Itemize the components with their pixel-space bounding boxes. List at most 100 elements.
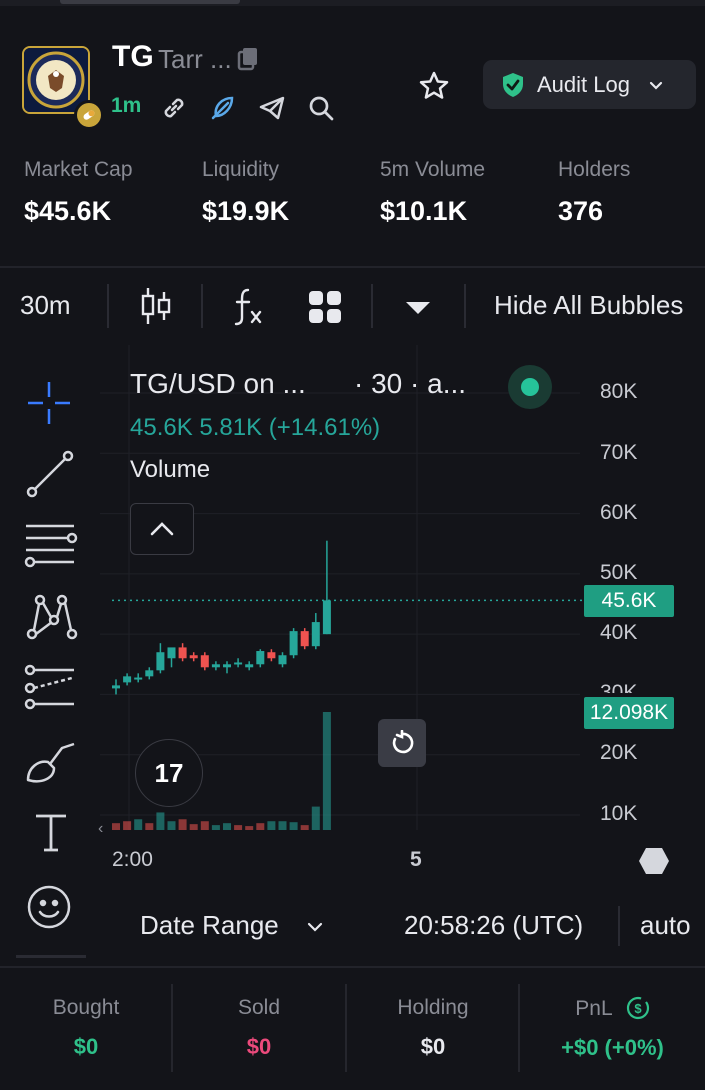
pnl-cell[interactable]: PnL $ +$0 (+0%) xyxy=(520,984,705,1076)
date-range-selector[interactable]: Date Range xyxy=(140,910,279,941)
copy-icon[interactable] xyxy=(236,46,260,77)
x-tick: 5 xyxy=(410,848,422,871)
candle-body xyxy=(245,664,254,668)
link-icon[interactable] xyxy=(160,94,188,127)
candle-body xyxy=(211,664,220,668)
candle-body xyxy=(300,631,309,647)
volume-bar xyxy=(300,825,309,830)
holding-cell: Holding $0 xyxy=(347,984,519,1076)
top-scroll-thumb[interactable] xyxy=(60,0,240,4)
chevron-down-icon[interactable] xyxy=(306,920,324,938)
y-tick: 20K xyxy=(600,741,638,764)
volume-bar xyxy=(134,819,143,830)
stat-volume-label: 5m Volume xyxy=(380,158,486,181)
seal-image-icon xyxy=(24,48,88,112)
candlestick-type-icon[interactable] xyxy=(140,286,172,331)
y-tick: 50K xyxy=(600,561,638,584)
telegram-icon[interactable] xyxy=(258,94,286,127)
sold-value: $0 xyxy=(246,1034,272,1059)
pill-badge-icon xyxy=(74,100,104,130)
indicators-fx-icon[interactable] xyxy=(232,286,266,331)
toolbar-separator xyxy=(201,284,203,328)
y-tick: 40K xyxy=(600,621,638,644)
token-name: Tarr ... xyxy=(158,44,232,74)
text-tool-icon[interactable] xyxy=(24,812,78,859)
volume-bar xyxy=(200,821,209,830)
rotate-reset-icon xyxy=(392,730,414,754)
bought-cell: Bought $0 xyxy=(0,984,172,1076)
stat-market-cap-value: $45.6K xyxy=(24,196,112,226)
candle-body xyxy=(223,664,231,668)
x-tick: 2:00 xyxy=(112,848,153,871)
volume-bar xyxy=(178,819,187,830)
stat-volume-value: $10.1K xyxy=(380,196,468,226)
live-status-indicator xyxy=(508,365,552,409)
volume-bar xyxy=(245,826,254,830)
chart-settings-hex-icon[interactable] xyxy=(638,846,670,881)
volume-label: Volume xyxy=(130,456,211,483)
bought-label: Bought xyxy=(52,996,120,1019)
token-ticker: TG xyxy=(112,40,154,73)
y-tick: 30K xyxy=(600,681,638,693)
stat-liquidity-label: Liquidity xyxy=(202,158,280,181)
collapse-legend-button[interactable] xyxy=(130,503,194,555)
svg-text:$: $ xyxy=(634,1001,642,1016)
pattern-tool-icon[interactable] xyxy=(24,590,78,649)
candle-body xyxy=(112,685,120,689)
trend-line-tool-icon[interactable] xyxy=(24,448,76,505)
volume-bar xyxy=(278,821,287,830)
feather-icon[interactable] xyxy=(208,94,236,127)
sold-label: Sold xyxy=(237,996,281,1019)
volume-bar xyxy=(234,825,243,830)
audit-log-button[interactable]: Audit Log xyxy=(483,60,696,109)
forecast-tool-icon[interactable] xyxy=(24,662,78,717)
brush-tool-icon[interactable] xyxy=(24,738,78,793)
stat-market-cap-label: Market Cap xyxy=(24,158,133,181)
volume-bar xyxy=(123,821,132,830)
volume-bar xyxy=(311,806,320,830)
scale-mode-auto[interactable]: auto xyxy=(640,910,691,941)
bought-value: $0 xyxy=(73,1034,99,1059)
bottom-separator xyxy=(618,906,620,946)
volume-bar xyxy=(156,812,165,830)
sold-cell: Sold $0 xyxy=(173,984,345,1076)
caret-down-icon[interactable] xyxy=(404,300,432,321)
fib-lines-tool-icon[interactable] xyxy=(24,520,78,573)
tradingview-logo[interactable]: 17 xyxy=(135,739,203,807)
candle-body xyxy=(278,655,287,665)
utc-clock[interactable]: 20:58:26 (UTC) xyxy=(404,910,583,941)
candle-body xyxy=(134,677,143,680)
chevron-down-icon xyxy=(649,81,663,90)
crosshair-tool-icon[interactable] xyxy=(24,378,74,433)
layouts-grid-icon[interactable] xyxy=(308,290,342,329)
top-scroll-strip xyxy=(0,0,705,6)
volume-bar xyxy=(267,821,276,830)
toolbar-separator xyxy=(464,284,466,328)
candle-body xyxy=(200,655,209,668)
volume-bar xyxy=(167,821,176,830)
candle-body xyxy=(156,652,165,671)
hide-all-bubbles-button[interactable]: Hide All Bubbles xyxy=(494,290,705,321)
star-favorite-icon[interactable] xyxy=(418,70,450,107)
toolbar-separator xyxy=(107,284,109,328)
emoji-tool-icon[interactable] xyxy=(24,882,74,937)
candle-body xyxy=(145,670,154,677)
y-tick: 70K xyxy=(600,441,638,464)
stat-holders-value: 376 xyxy=(558,196,604,226)
search-icon[interactable] xyxy=(307,94,335,127)
volume-bar xyxy=(322,712,331,830)
pnl-value: +$0 (+0%) xyxy=(561,1035,664,1060)
toolbar-separator xyxy=(371,284,373,328)
reset-chart-button[interactable] xyxy=(378,719,426,767)
last-price-tag: 45.6K xyxy=(584,585,674,617)
refresh-dollar-icon[interactable]: $ xyxy=(626,996,650,1020)
candle-body xyxy=(267,652,276,659)
candle-body xyxy=(322,600,331,635)
y-tick: 10K xyxy=(600,802,638,825)
y-tick: 80K xyxy=(600,380,638,403)
volume-bar xyxy=(189,824,198,830)
chart-symbol-meta: · 30 · a... xyxy=(354,368,467,399)
token-age: 1m xyxy=(111,94,142,117)
candle-body xyxy=(123,676,132,683)
interval-selector[interactable]: 30m xyxy=(20,290,71,321)
